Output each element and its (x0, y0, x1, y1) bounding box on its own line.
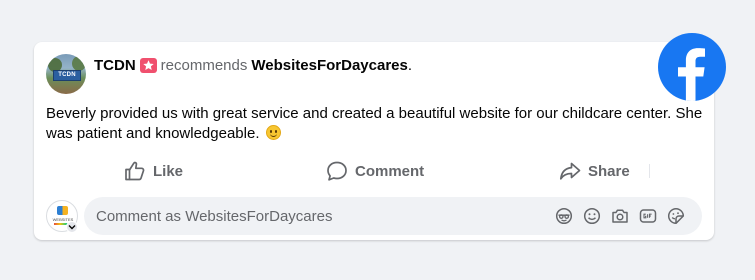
camera-icon[interactable] (606, 206, 634, 226)
share-label: Share (588, 162, 630, 180)
like-button[interactable]: Like (124, 154, 183, 188)
post-header: TCDN recommends WebsitesForDaycares. (94, 55, 412, 75)
recommended-page-link[interactable]: WebsitesForDaycares (251, 57, 407, 74)
like-label: Like (153, 162, 184, 180)
header-period: . (407, 56, 413, 74)
share-button[interactable]: Share (559, 154, 630, 188)
post-body-text: Beverly provided us with great service a… (46, 105, 703, 142)
comment-composer: WEBSITES Comment as WebsitesForDaycares (46, 197, 706, 235)
post-body: Beverly provided us with great service a… (46, 104, 706, 144)
actions-divider (649, 164, 650, 178)
author-avatar[interactable]: TCDN (46, 54, 86, 94)
comment-bubble-icon (327, 161, 347, 181)
sticker-icon[interactable] (662, 206, 690, 226)
comment-input[interactable]: Comment as WebsitesForDaycares (84, 197, 702, 235)
author-name[interactable]: TCDN (94, 57, 136, 74)
avatar-sign: TCDN (53, 70, 81, 81)
comment-placeholder: Comment as WebsitesForDaycares (96, 207, 333, 225)
smiling-face-icon (265, 125, 281, 140)
emoji-icon[interactable] (578, 206, 606, 226)
comment-tools (550, 206, 690, 226)
gif-icon[interactable] (634, 206, 662, 226)
chevron-down-icon[interactable] (66, 221, 78, 233)
commenter-logo (57, 206, 68, 215)
recommends-label: recommends (160, 56, 248, 74)
share-arrow-icon (559, 162, 581, 180)
recommend-icon (139, 57, 157, 73)
post-actions-bar: Like Comment Share (46, 154, 702, 188)
facebook-logo-icon (658, 33, 726, 101)
comment-label: Comment (355, 162, 425, 180)
avatar-tree (72, 56, 86, 71)
avatar-sticker-icon[interactable] (550, 206, 578, 226)
comment-button[interactable]: Comment (326, 154, 424, 188)
review-post-card: TCDN TCDN recommends WebsitesForDaycares… (34, 42, 714, 240)
thumbs-up-icon (125, 161, 145, 181)
